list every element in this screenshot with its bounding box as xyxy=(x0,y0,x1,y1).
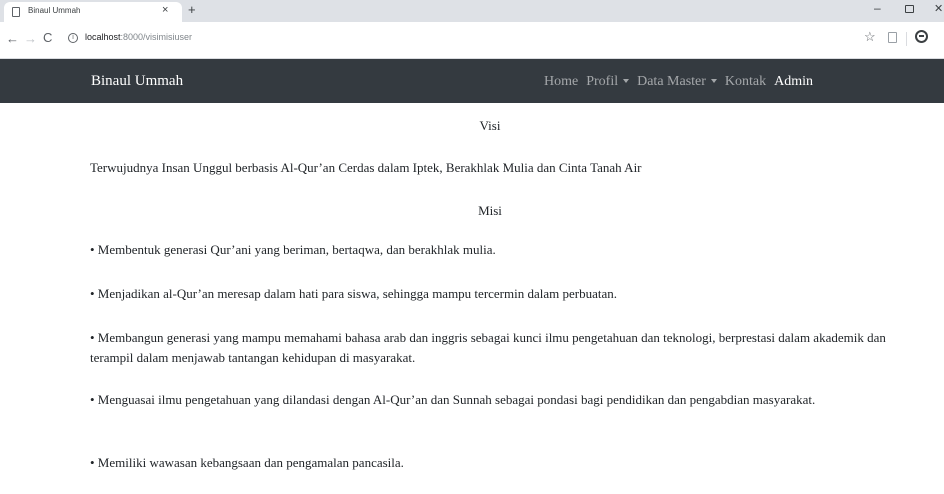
misi-item: • Menjadikan al-Qur’an meresap dalam hat… xyxy=(90,286,618,301)
info-icon[interactable]: i xyxy=(68,33,78,43)
caret-down-icon xyxy=(623,78,630,83)
address-bar[interactable]: localhost:8000/visimisiuser xyxy=(85,32,192,42)
visi-text: Terwujudnya Insan Unggul berbasis Al-Qur… xyxy=(90,160,642,175)
extension-icon[interactable] xyxy=(888,32,897,43)
star-icon[interactable]: ☆ xyxy=(864,29,876,45)
url-host: localhost xyxy=(85,32,121,42)
close-icon[interactable]: × xyxy=(162,4,168,16)
forward-icon[interactable]: → xyxy=(24,31,37,46)
nav-data-master-dropdown[interactable]: Data Master xyxy=(637,74,717,90)
page-icon xyxy=(12,7,20,17)
misi-heading: Misi xyxy=(478,203,502,218)
reload-icon[interactable]: C xyxy=(43,30,52,45)
brand-link[interactable]: Binaul Ummah xyxy=(91,73,183,90)
window-close-icon[interactable]: ✕ xyxy=(934,2,943,15)
misi-item: • Memiliki wawasan kebangsaan dan pengam… xyxy=(90,455,404,470)
nav-links: Home Profil Data Master Kontak Admin xyxy=(544,74,813,90)
visi-heading: Visi xyxy=(479,118,501,133)
nav-profil-dropdown[interactable]: Profil xyxy=(586,74,630,90)
tab-title: Binaul Ummah xyxy=(28,6,81,15)
maximize-icon[interactable] xyxy=(905,5,914,13)
misi-item: • Membentuk generasi Qur’ani yang berima… xyxy=(90,242,496,257)
plus-icon[interactable]: + xyxy=(188,2,196,17)
browser-tabstrip: Binaul Ummah × + – ✕ xyxy=(0,0,944,22)
nav-data-master-label: Data Master xyxy=(637,74,706,89)
misi-item: • Membangun generasi yang mampu memahami… xyxy=(90,330,886,365)
nav-kontak[interactable]: Kontak xyxy=(725,74,766,90)
nav-profil-label: Profil xyxy=(586,74,619,89)
caret-down-icon xyxy=(710,78,717,83)
misi-item: • Menguasai ilmu pengetahuan yang diland… xyxy=(90,392,816,407)
minimize-icon[interactable]: – xyxy=(874,1,881,15)
url-path: :8000/visimisiuser xyxy=(120,32,193,42)
back-icon[interactable]: ← xyxy=(6,31,19,46)
account-icon[interactable] xyxy=(915,30,928,43)
nav-admin[interactable]: Admin xyxy=(774,74,813,90)
site-navbar: Binaul Ummah Home Profil Data Master Kon… xyxy=(0,59,944,103)
toolbar-divider xyxy=(906,32,907,46)
nav-home[interactable]: Home xyxy=(544,74,578,90)
browser-tab[interactable]: Binaul Ummah × xyxy=(4,2,182,22)
browser-toolbar: ← → C i localhost:8000/visimisiuser ☆ xyxy=(0,22,944,59)
